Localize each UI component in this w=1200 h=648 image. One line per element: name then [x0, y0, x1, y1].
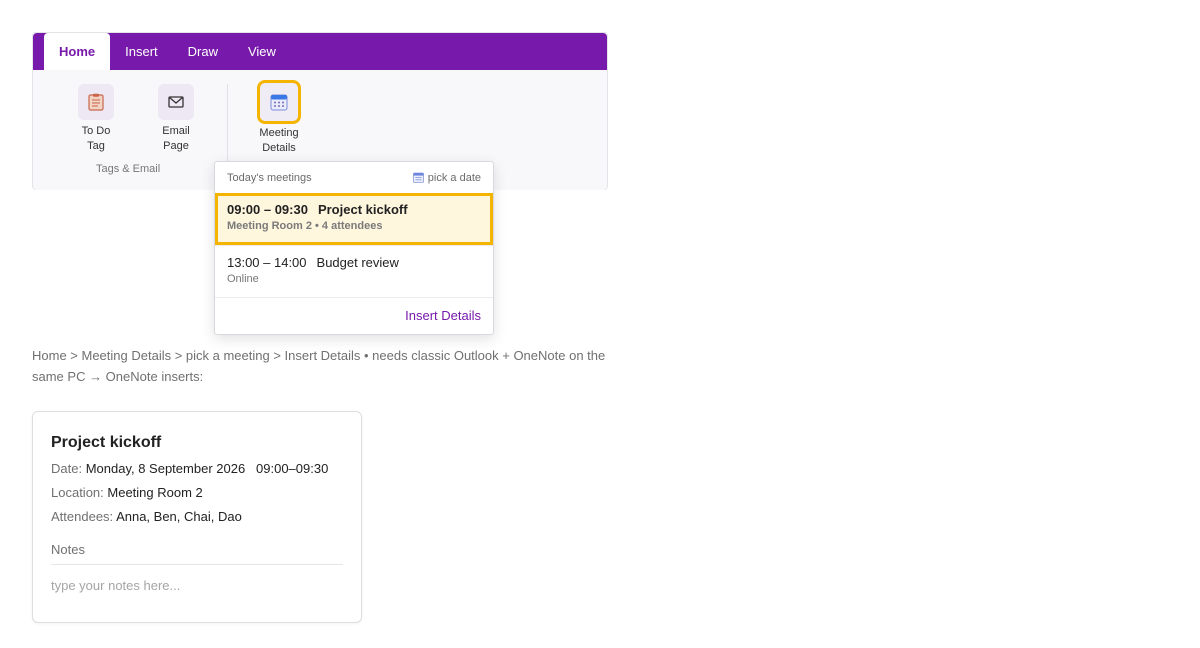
meeting-details-button[interactable]: Meeting Details [249, 80, 309, 156]
group-divider [227, 84, 228, 172]
meeting-title: Budget review [316, 255, 399, 270]
todo-tag-button[interactable]: To Do Tag [66, 84, 126, 154]
notes-label: Notes [51, 542, 343, 565]
tab-draw[interactable]: Draw [173, 33, 233, 70]
attendees-label: Attendees: [51, 509, 114, 524]
meeting-dropdown: Today's meetings pick a date 09:00 – 09:… [214, 161, 494, 335]
ribbon-tab-bar: Home Insert Draw View [33, 33, 607, 70]
attendees-value: Anna, Ben, Chai, Dao [116, 509, 242, 524]
meeting-time: 13:00 – 14:00 [227, 255, 307, 270]
group-label: Tags & Email [96, 163, 161, 175]
card-location-row: Location: Meeting Room 2 [51, 485, 343, 500]
location-label: Location: [51, 485, 104, 500]
meeting-option-budget-review[interactable]: 13:00 – 14:00 Budget review Online [215, 245, 493, 297]
tab-view[interactable]: View [233, 33, 291, 70]
email-page-label-2: Page [163, 140, 189, 152]
meeting-detail: Meeting Room 2 • 4 attendees [227, 220, 383, 232]
meeting-option-project-kickoff[interactable]: 09:00 – 09:30 Project kickoff Meeting Roo… [215, 193, 493, 245]
clipboard-icon [78, 84, 114, 120]
email-page-button[interactable]: Email Page [146, 84, 206, 154]
dropdown-footer: Insert Details [215, 297, 493, 333]
meeting-details-label-2: Details [262, 142, 296, 154]
insert-details-link[interactable]: Insert Details [405, 308, 481, 323]
meeting-title: Project kickoff [317, 202, 408, 217]
meeting-option-line: 13:00 – 14:00 Budget review [227, 255, 481, 270]
tab-home[interactable]: Home [44, 33, 111, 70]
pick-date-link[interactable]: pick a date [412, 171, 481, 184]
card-date-row: Date: Monday, 8 September 2026 09:00–09:… [51, 461, 343, 476]
dropdown-header: Today's meetings pick a date [215, 162, 493, 193]
date-value: Monday, 8 September 2026 09:00–09:30 [85, 461, 329, 476]
pick-date-label: pick a date [427, 171, 481, 184]
meeting-detail: Online [227, 273, 259, 285]
card-attendees-row: Attendees: Anna, Ben, Chai, Dao [51, 509, 343, 524]
small-calendar-icon [412, 172, 424, 183]
envelope-icon [158, 84, 194, 120]
todo-tag-label-2: Tag [87, 140, 105, 152]
meeting-option-line: 09:00 – 09:30 Project kickoff [227, 202, 481, 217]
meeting-details-card: Project kickoff Date: Monday, 8 Septembe… [32, 411, 362, 623]
notes-input[interactable] [51, 578, 343, 593]
card-title: Project kickoff [51, 434, 162, 451]
calendar-icon [257, 80, 301, 124]
tab-insert[interactable]: Insert [110, 33, 173, 70]
dropdown-heading: Today's meetings [227, 171, 312, 184]
date-label: Date: [51, 461, 83, 476]
location-value: Meeting Room 2 [107, 485, 203, 500]
meeting-time: 09:00 – 09:30 [227, 202, 308, 217]
breadcrumb: Home > Meeting Details > pick a meeting … [32, 348, 606, 384]
meeting-details-label-1: Meeting [259, 127, 299, 139]
email-page-label-1: Email [162, 125, 190, 137]
todo-tag-label-1: To Do [81, 125, 111, 137]
